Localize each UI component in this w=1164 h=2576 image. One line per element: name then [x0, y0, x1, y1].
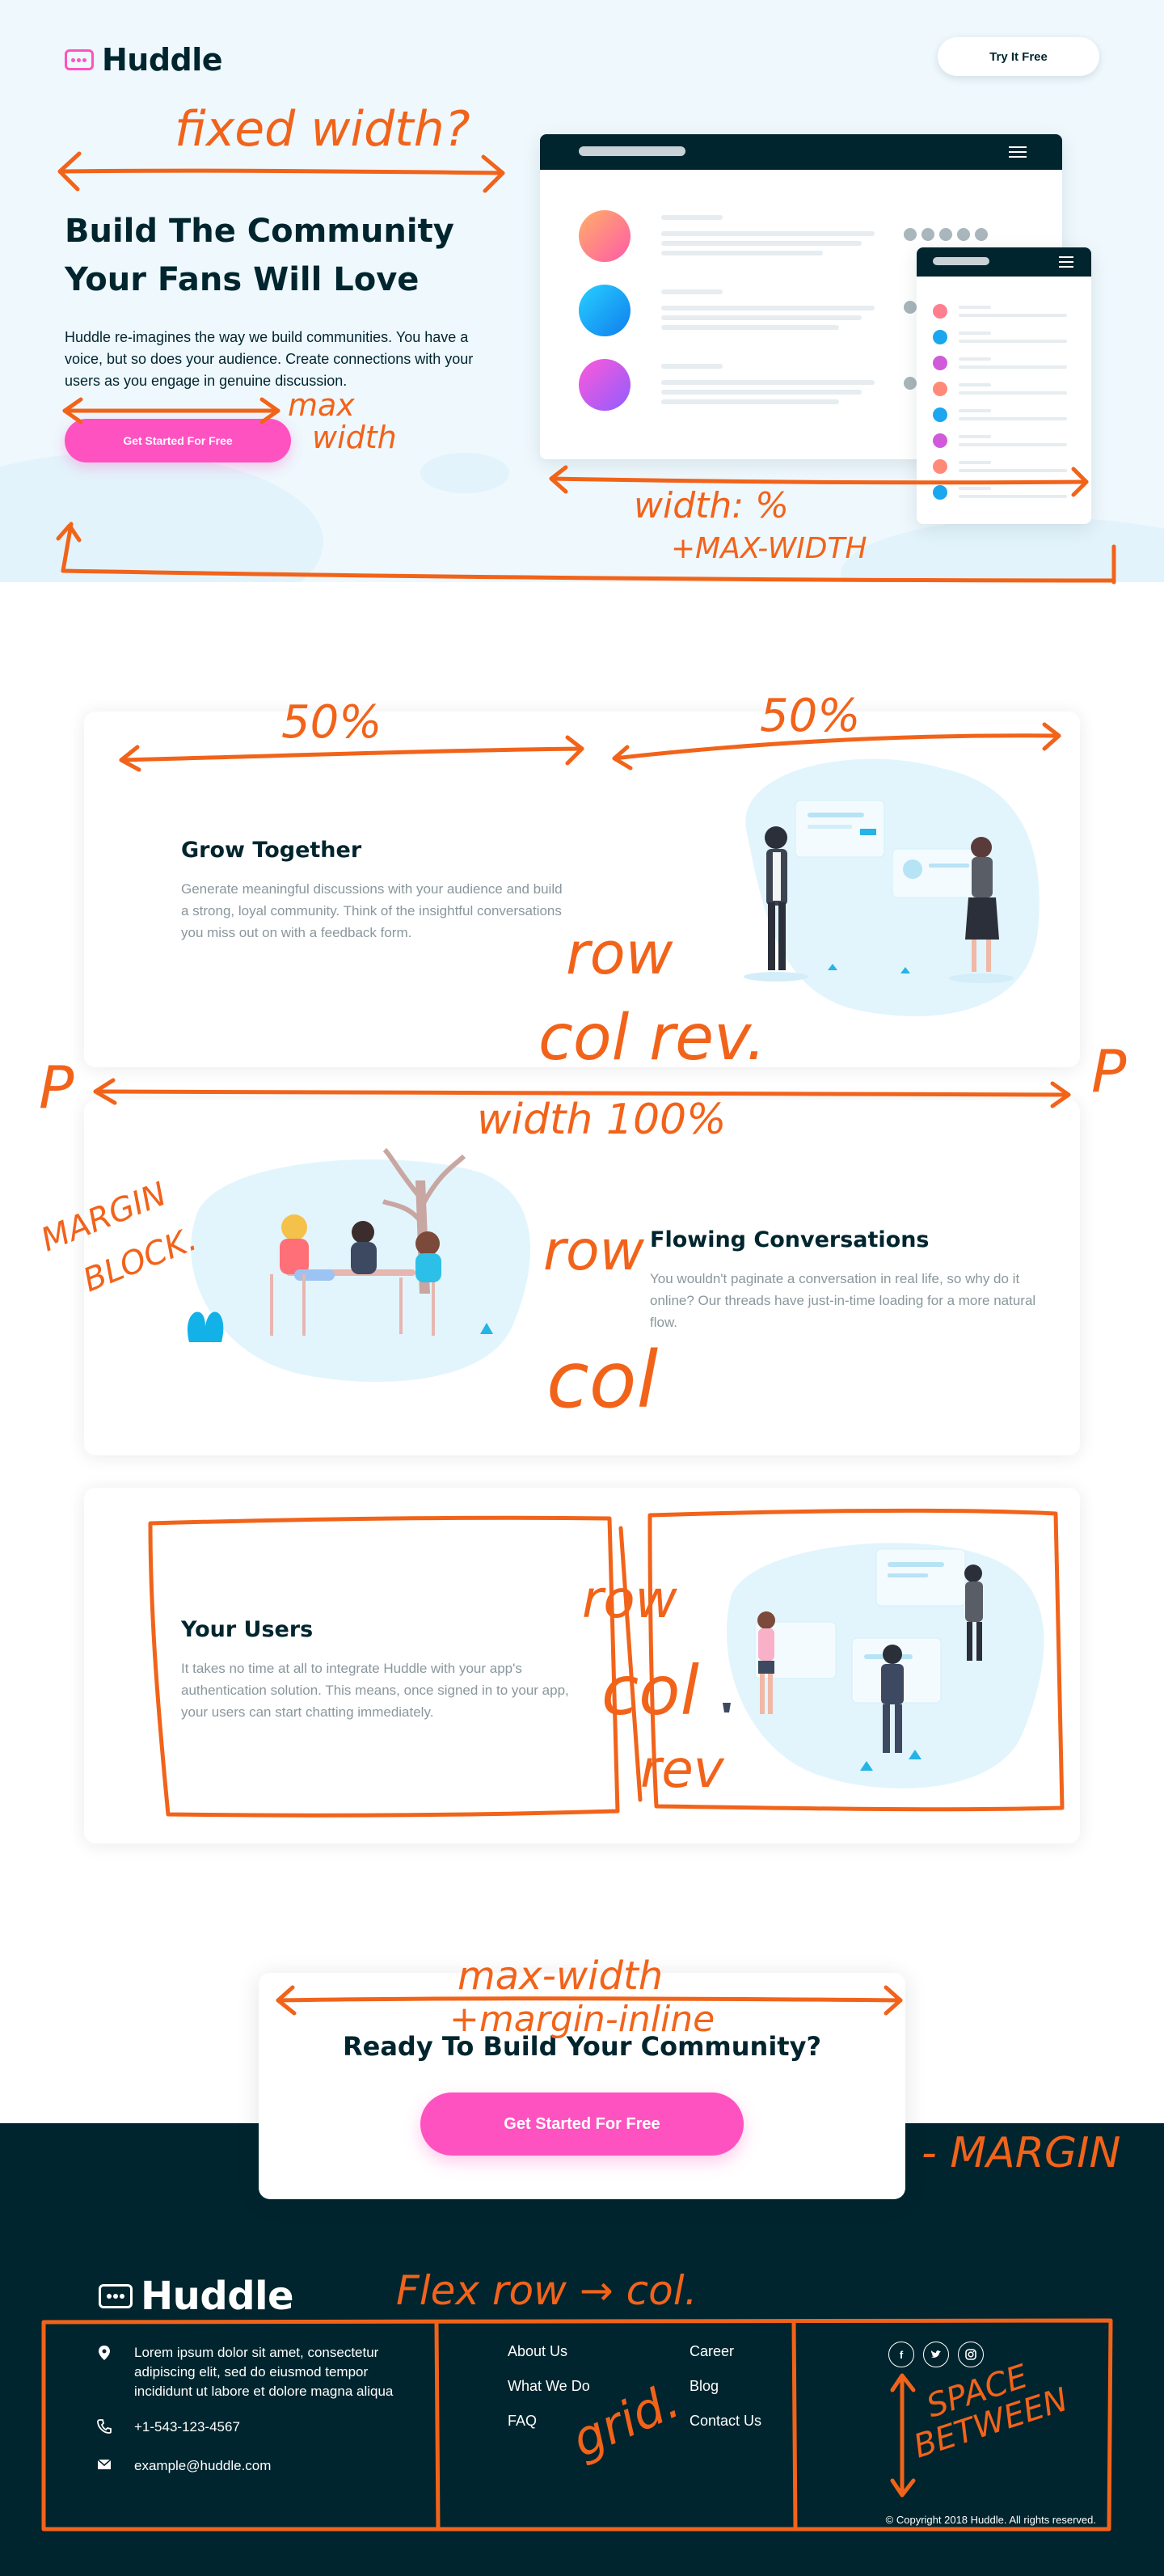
footer-address: Lorem ipsum dolor sit amet, consectetur … — [97, 2343, 404, 2401]
menu-icon — [1009, 146, 1027, 158]
avatar — [579, 210, 630, 262]
footer-address-text: Lorem ipsum dolor sit amet, consectetur … — [134, 2345, 394, 2399]
mockup-topbar — [540, 134, 1062, 170]
feature-card-flowing-conversations: Flowing Conversations You wouldn't pagin… — [84, 1100, 1080, 1455]
footer-link-faq[interactable]: FAQ — [508, 2413, 537, 2430]
background-blob — [0, 453, 323, 582]
location-pin-icon — [99, 2346, 110, 2360]
annotation-p-left: P — [39, 1054, 74, 1121]
hero-title-line-1: Build The Community — [65, 213, 454, 250]
instagram-icon[interactable] — [958, 2342, 984, 2367]
cta-get-started-button[interactable]: Get Started For Free — [420, 2092, 744, 2156]
footer-phone-text: +1-543-123-4567 — [134, 2419, 240, 2435]
footer-link-blog[interactable]: Blog — [690, 2378, 719, 2395]
feature-text: Generate meaningful discussions with you… — [181, 881, 563, 940]
footer-logo-wordmark: Huddle — [141, 2274, 294, 2319]
cta-card: Ready To Build Your Community? Get Start… — [259, 1973, 905, 2199]
footer-phone[interactable]: +1-543-123-4567 — [97, 2418, 404, 2437]
grow-together-illustration — [744, 758, 1040, 1016]
chat-bubble-icon — [99, 2284, 133, 2308]
your-users-illustration — [723, 1543, 1044, 1788]
mobile-mockup — [917, 247, 1091, 524]
chat-bubble-icon — [65, 49, 94, 70]
copyright: © Copyright 2018 Huddle. All rights rese… — [885, 2514, 1096, 2526]
feature-title: Flowing Conversations — [650, 1227, 930, 1252]
hero-description: Huddle re-imagines the way we build comm… — [65, 329, 474, 389]
hero-section: Huddle Try It Free Build The Community Y… — [0, 0, 1164, 582]
hero-title-line-2: Your Fans Will Love — [65, 261, 420, 298]
feature-title: Grow Together — [181, 838, 362, 863]
avatar — [579, 359, 630, 411]
feature-text: It takes no time at all to integrate Hud… — [181, 1661, 569, 1720]
footer-logo[interactable]: Huddle — [99, 2274, 294, 2319]
header-logo[interactable]: Huddle — [65, 42, 223, 78]
try-it-free-button[interactable]: Try It Free — [938, 37, 1099, 76]
footer-email-text: example@huddle.com — [134, 2458, 272, 2473]
logo-wordmark: Huddle — [102, 42, 223, 78]
get-started-button[interactable]: Get Started For Free — [65, 419, 291, 462]
phone-icon — [97, 2419, 112, 2434]
footer-email[interactable]: example@huddle.com — [97, 2456, 404, 2476]
footer-link-about[interactable]: About Us — [508, 2343, 567, 2360]
flowing-conversations-illustration — [187, 1148, 531, 1383]
facebook-icon[interactable]: f — [888, 2342, 914, 2367]
mail-icon — [97, 2459, 112, 2469]
feature-card-grow-together: Grow Together Generate meaningful discus… — [84, 712, 1080, 1067]
background-blob — [420, 453, 509, 493]
menu-icon — [1059, 256, 1073, 268]
annotation-p-right: P — [1091, 1037, 1127, 1105]
footer-link-what-we-do[interactable]: What We Do — [508, 2378, 590, 2395]
twitter-icon[interactable] — [923, 2342, 949, 2367]
feature-title: Your Users — [181, 1617, 314, 1642]
cta-title: Ready To Build Your Community? — [342, 2031, 822, 2062]
avatar — [579, 285, 630, 336]
footer-link-contact[interactable]: Contact Us — [690, 2413, 761, 2430]
footer-link-career[interactable]: Career — [690, 2343, 734, 2360]
mobile-topbar — [917, 247, 1091, 277]
feature-text: You wouldn't paginate a conversation in … — [650, 1271, 1036, 1330]
feature-card-your-users: Your Users It takes no time at all to in… — [84, 1488, 1080, 1843]
background-blob — [841, 517, 1164, 582]
hero-title: Build The Community Your Fans Will Love — [65, 207, 485, 304]
